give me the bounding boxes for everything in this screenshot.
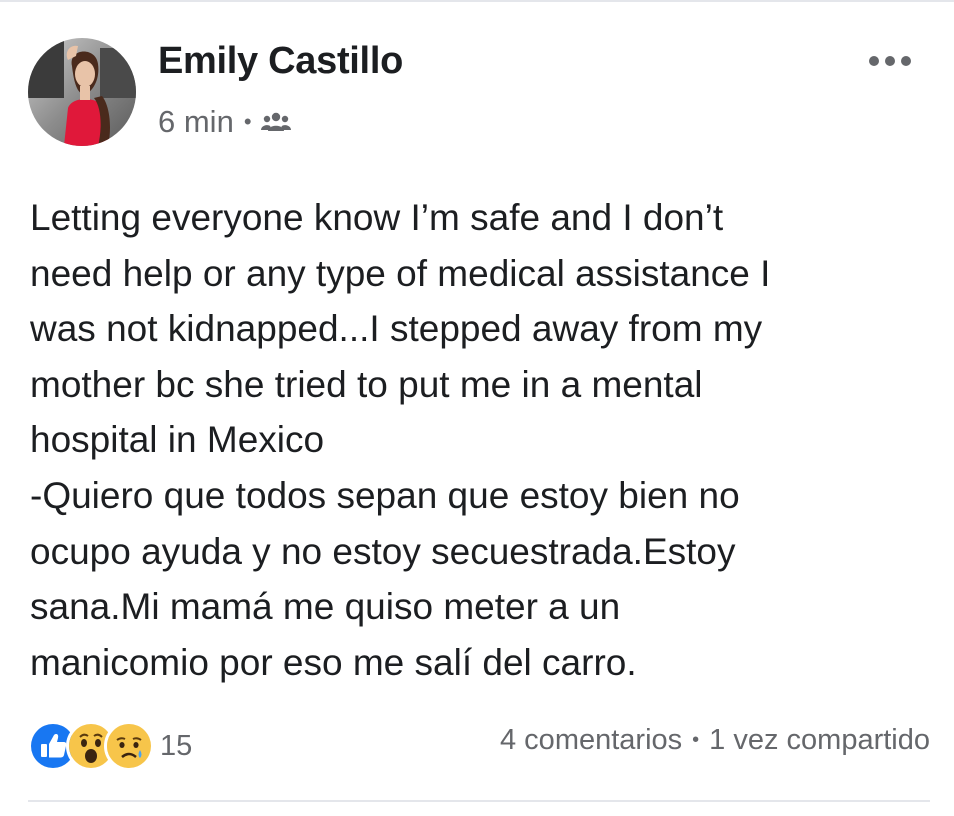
post-text-line: sana.Mi mamá me quiso meter a un bbox=[30, 586, 621, 628]
engagement-stats: 4 comentarios • 1 vez compartido bbox=[500, 724, 930, 757]
facebook-post: Emily Castillo 6 min • Letting everyone … bbox=[0, 0, 954, 816]
avatar[interactable] bbox=[28, 38, 136, 146]
post-text-line: was not kidnapped...I stepped away from … bbox=[30, 308, 763, 350]
shares-link[interactable]: 1 vez compartido bbox=[709, 724, 930, 757]
reaction-count: 15 bbox=[160, 729, 193, 762]
comments-link[interactable]: 4 comentarios bbox=[500, 724, 682, 757]
post-text-line: hospital in Mexico bbox=[30, 419, 325, 461]
footer-divider bbox=[28, 800, 930, 802]
post-text-line: -Quiero que todos sepan que estoy bien n… bbox=[30, 474, 740, 516]
post-time[interactable]: 6 min bbox=[158, 104, 234, 140]
more-options-icon[interactable] bbox=[862, 46, 918, 76]
post-footer: 15 4 comentarios • 1 vez compartido bbox=[28, 716, 930, 771]
post-text-line: ocupo ayuda y no estoy secuestrada.Estoy bbox=[30, 530, 736, 572]
post-text-line: Letting everyone know I’m safe and I don… bbox=[30, 197, 724, 238]
post-meta: 6 min • bbox=[158, 102, 291, 142]
post-text-line: manicomio por eso me salí del carro. bbox=[30, 641, 637, 683]
post-text-line: mother bc she tried to put me in a menta… bbox=[30, 363, 703, 405]
friends-icon[interactable] bbox=[260, 111, 291, 133]
post-body: Letting everyone know I’m safe and I don… bbox=[30, 190, 930, 690]
author-name[interactable]: Emily Castillo bbox=[158, 40, 403, 83]
stats-separator: • bbox=[692, 729, 700, 751]
post-text-line: need help or any type of medical assista… bbox=[30, 252, 771, 294]
profile-photo bbox=[28, 38, 136, 146]
reactions-summary[interactable]: 15 bbox=[28, 721, 192, 771]
sad-icon bbox=[104, 721, 154, 771]
meta-separator: • bbox=[243, 109, 252, 134]
